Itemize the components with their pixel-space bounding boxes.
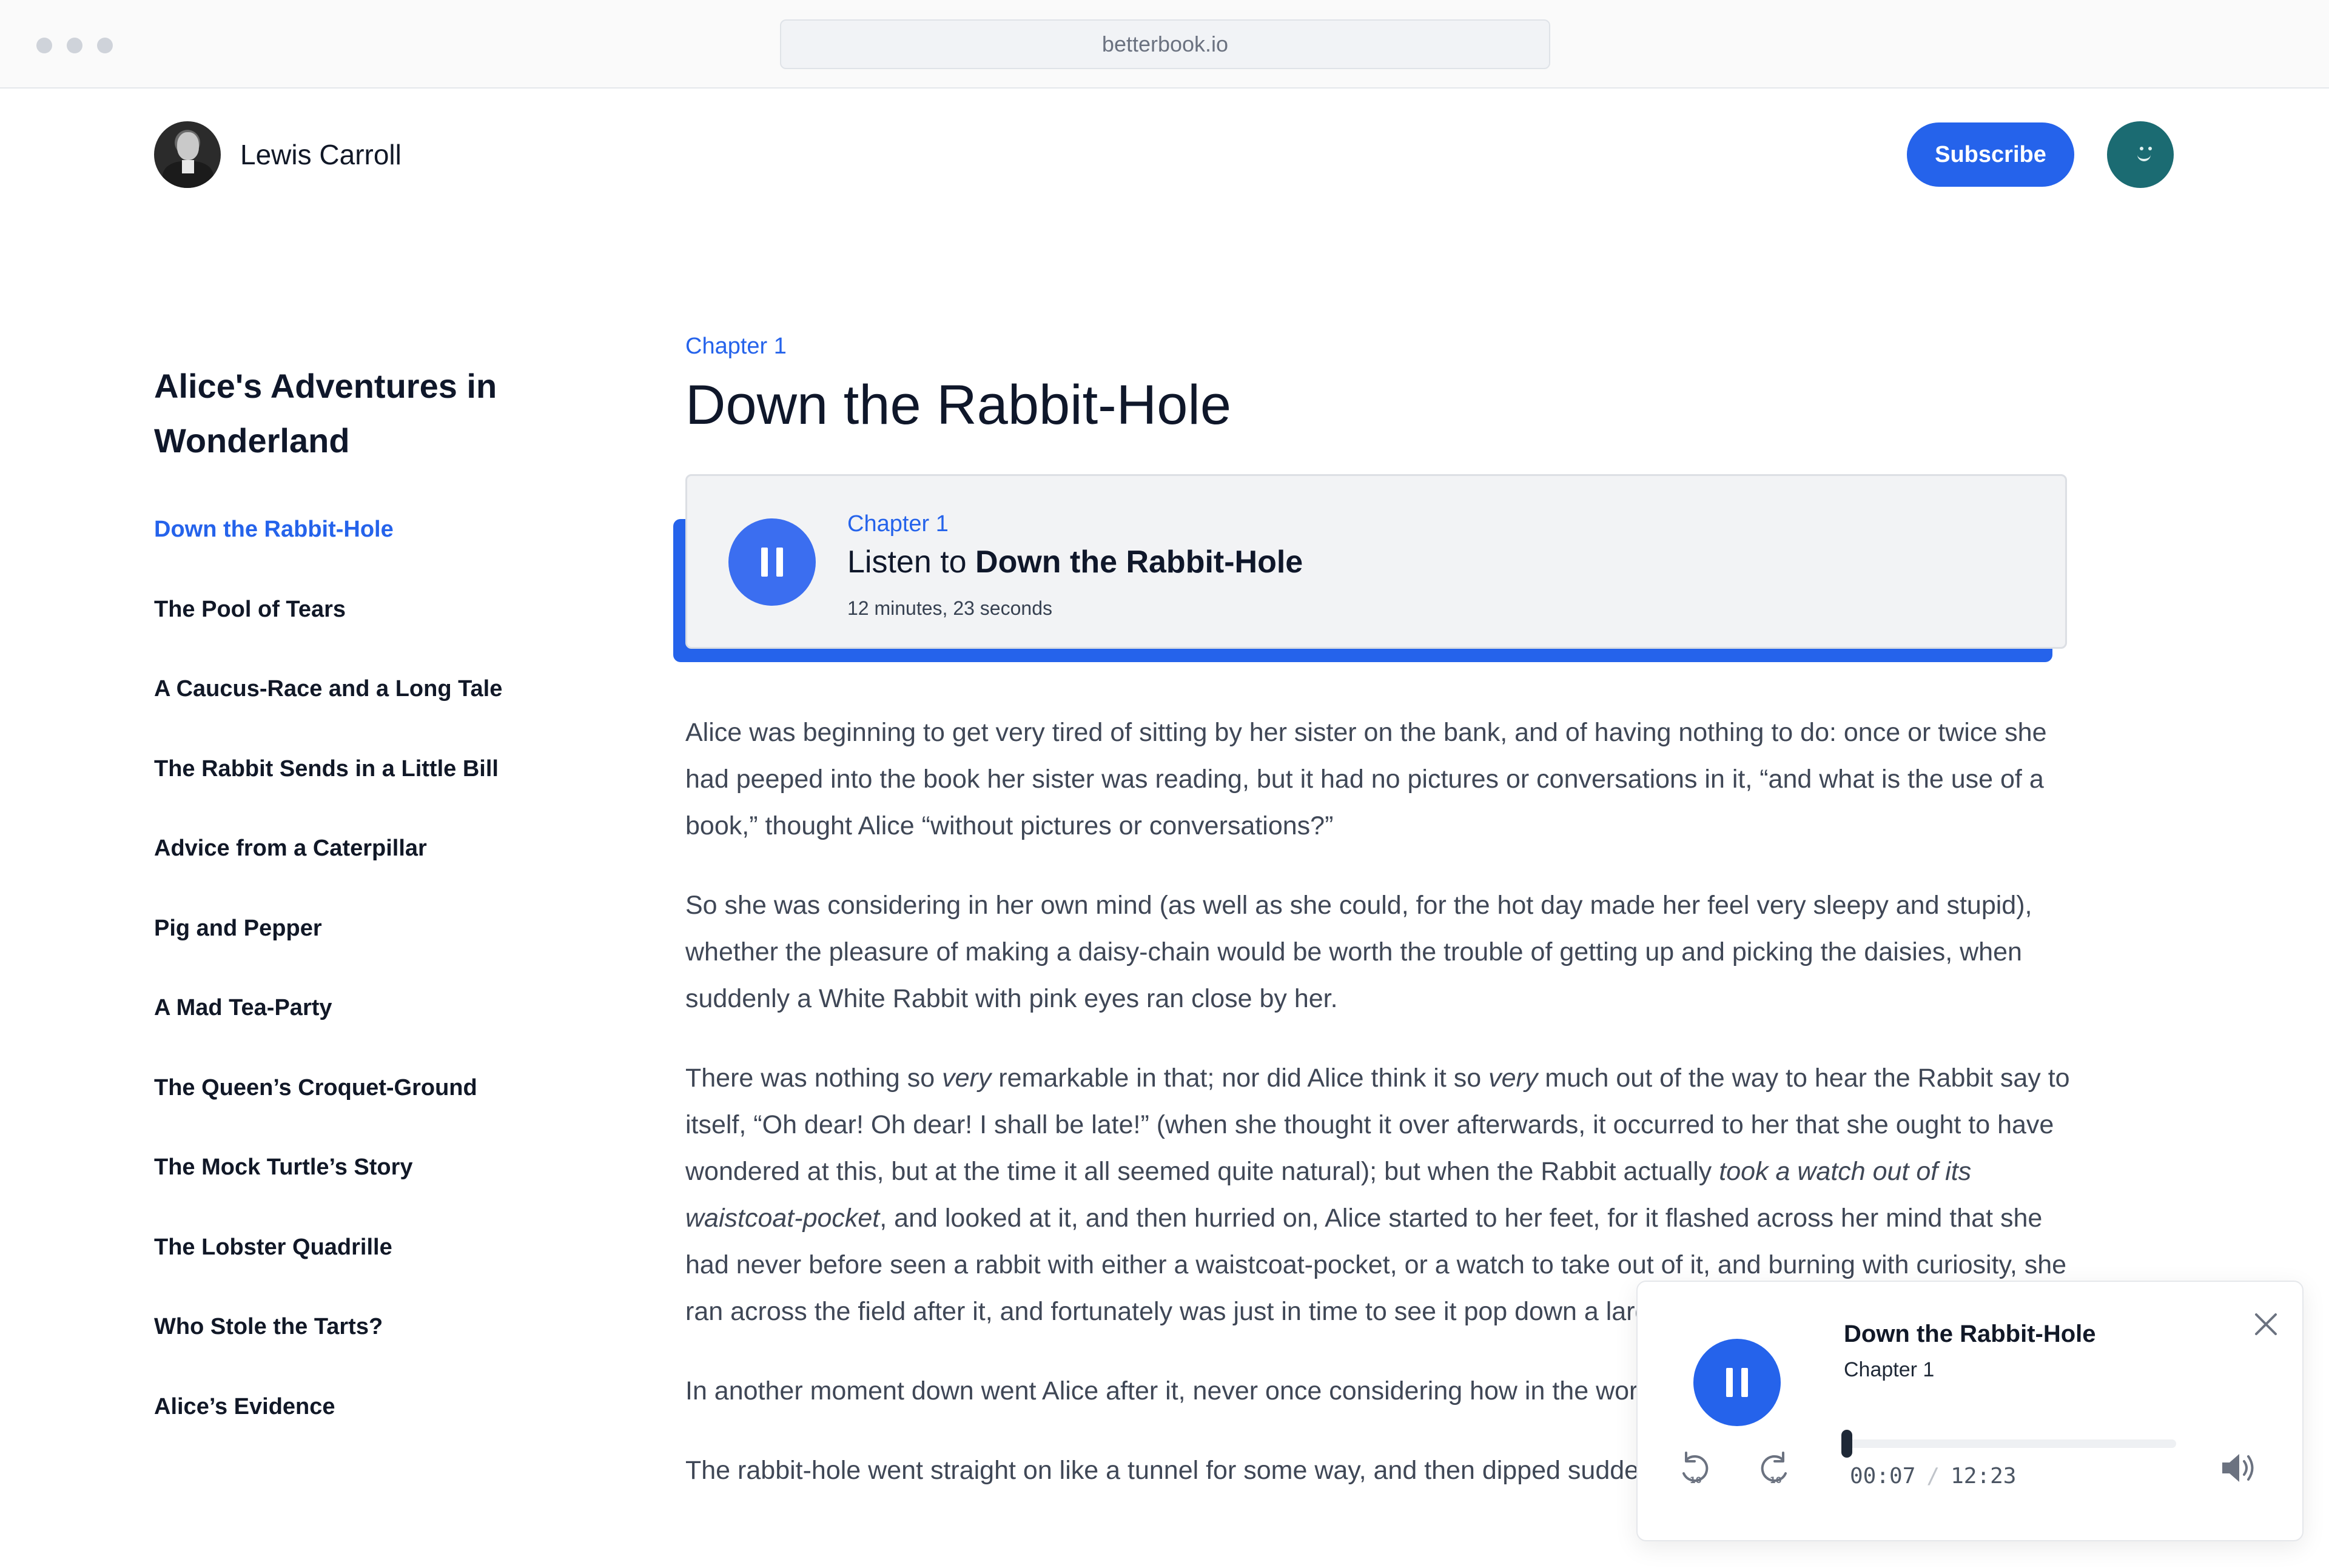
progress-bar[interactable] [1841,1430,2176,1458]
window-dot-minimize[interactable] [67,38,82,53]
mini-player: Down the Rabbit-Hole Chapter 1 10 10 00:… [1636,1281,2304,1541]
listen-card-heading: Listen to Down the Rabbit-Hole [847,544,1303,580]
chapter-link[interactable]: The Rabbit Sends in a Little Bill [154,756,502,836]
rewind-10-icon: 10 [1682,1452,1709,1486]
window-dot-close[interactable] [36,38,52,53]
chapter-link[interactable]: The Mock Turtle’s Story [154,1154,502,1235]
paragraph: Alice was beginning to get very tired of… [685,718,2047,840]
chapter-list: Down the Rabbit-Hole The Pool of Tears A C… [154,517,502,1473]
chapter-link[interactable]: The Queen’s Croquet-Ground [154,1075,502,1155]
listen-title: Down the Rabbit-Hole [975,544,1303,580]
volume-button[interactable] [2216,1446,2261,1490]
book-title: Alice's Adventures in Wonderland [154,367,497,460]
address-bar[interactable]: betterbook.io [780,19,1550,69]
player-chapter: Chapter 1 [1844,1358,1935,1381]
window-dot-maximize[interactable] [97,38,113,53]
time-display: 00:07 / 12:23 [1850,1464,2016,1489]
paragraph: So she was considering in her own mind (… [685,891,2032,1013]
time-separator: / [1926,1464,1940,1489]
chapter-link[interactable]: Down the Rabbit-Hole [154,517,502,597]
listen-card[interactable]: Chapter 1 Listen to Down the Rabbit-Hole… [685,474,2067,649]
listen-card-duration: 12 minutes, 23 seconds [847,597,1052,619]
browser-chrome: betterbook.io [0,0,2329,89]
chapter-link[interactable]: A Caucus-Race and a Long Tale [154,676,502,756]
chapter-link[interactable]: Alice’s Evidence [154,1394,502,1474]
total-time: 12:23 [1951,1464,2017,1489]
chapter-label: Chapter 1 [685,333,787,359]
chapter-link[interactable]: The Pool of Tears [154,597,502,677]
listen-card-chapter: Chapter 1 [847,511,949,537]
chapter-link[interactable]: Pig and Pepper [154,916,502,996]
volume-icon [2222,1454,2254,1482]
author-avatar[interactable] [154,121,221,188]
player-title: Down the Rabbit-Hole [1844,1321,2096,1347]
subscribe-button[interactable]: Subscribe [1907,122,2074,187]
user-avatar[interactable] [2107,121,2174,188]
player-pause-button[interactable] [1693,1339,1781,1426]
listen-prefix: Listen to [847,544,967,580]
chapter-link[interactable]: The Lobster Quadrille [154,1235,502,1315]
listen-pause-button[interactable] [728,518,816,606]
author-name[interactable]: Lewis Carroll [240,138,402,171]
chapter-link[interactable]: Who Stole the Tarts? [154,1314,502,1394]
chapter-title: Down the Rabbit-Hole [685,374,1232,436]
forward-10-icon: 10 [1761,1452,1787,1486]
progress-thumb[interactable] [1841,1430,1853,1458]
close-icon [2255,1313,2277,1335]
svg-text:10: 10 [1690,1476,1702,1486]
current-time: 00:07 [1850,1464,1916,1489]
rewind-10-button[interactable]: 10 [1673,1447,1715,1489]
chapter-link[interactable]: A Mad Tea-Party [154,995,502,1075]
forward-10-button[interactable]: 10 [1754,1447,1796,1489]
svg-text:10: 10 [1770,1476,1782,1486]
player-close-button[interactable] [2248,1306,2284,1342]
chapter-link[interactable]: Advice from a Caterpillar [154,836,502,916]
